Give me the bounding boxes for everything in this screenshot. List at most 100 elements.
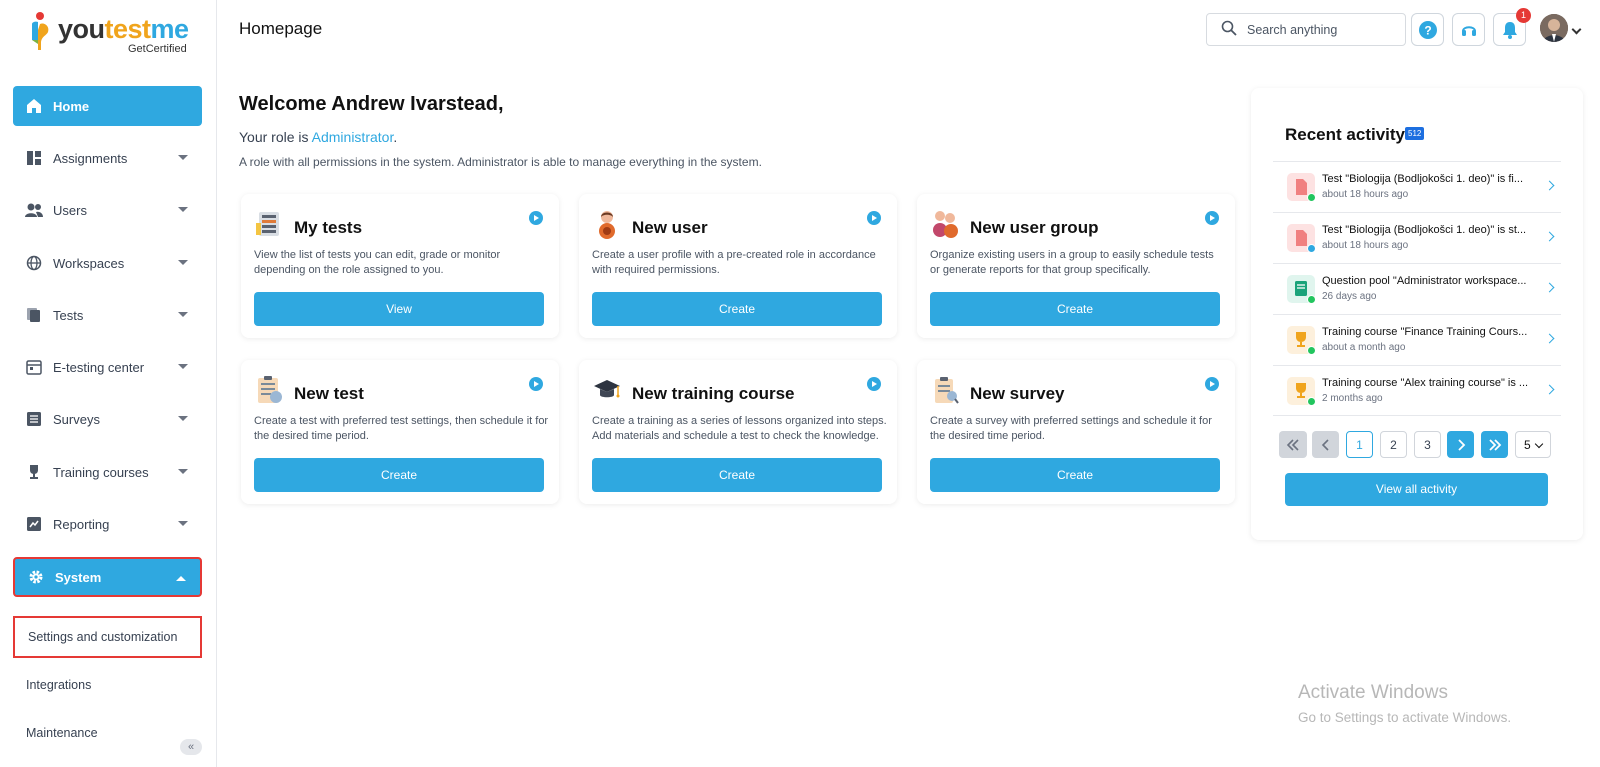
chevron-down-icon <box>178 469 188 474</box>
search-placeholder: Search anything <box>1247 22 1338 37</box>
help-icon: ? <box>1418 20 1437 39</box>
activity-time: about a month ago <box>1322 342 1406 353</box>
prev-page-button[interactable] <box>1312 431 1339 458</box>
sidebar-item-label: Reporting <box>53 516 110 532</box>
play-video-icon[interactable] <box>1205 377 1219 391</box>
sidebar-item-tests[interactable]: Tests <box>13 295 202 335</box>
sidebar-item-system[interactable]: System <box>13 557 202 597</box>
logo-icon <box>32 12 49 50</box>
card-title: My tests <box>294 218 363 237</box>
card-description: Organize existing users in a group to ea… <box>930 249 1214 276</box>
page-button-1[interactable]: 1 <box>1346 431 1373 458</box>
activity-item[interactable]: Test "Biologija (Bodljokošci 1. deo)" is… <box>1273 212 1561 263</box>
logo[interactable]: youtestme GetCertified <box>28 10 198 58</box>
sidebar-item-reporting[interactable]: Reporting <box>13 504 202 544</box>
collapse-sidebar-button[interactable]: « <box>180 739 202 755</box>
create-button[interactable]: Create <box>930 458 1220 492</box>
role-link[interactable]: Administrator <box>312 129 394 145</box>
support-button[interactable] <box>1452 13 1485 46</box>
card-description: View the list of tests you can edit, gra… <box>254 249 501 276</box>
sidebar-item-label: E-testing center <box>53 359 145 375</box>
notification-badge: 1 <box>1516 8 1531 23</box>
activity-time: 2 months ago <box>1322 393 1383 404</box>
sidebar-subitem-settings-and-customization[interactable]: Settings and customization <box>13 616 202 658</box>
help-button[interactable]: ? <box>1411 13 1444 46</box>
welcome-heading: Welcome Andrew Ivarstead, <box>239 93 504 115</box>
activity-item[interactable]: Question pool "Administrator workspace..… <box>1273 263 1561 314</box>
first-page-button[interactable] <box>1279 431 1307 458</box>
activate-windows-subtitle: Go to Settings to activate Windows. <box>1298 710 1512 725</box>
view-button[interactable]: View <box>254 292 544 326</box>
last-page-button[interactable] <box>1481 431 1508 458</box>
notifications-button[interactable]: 1 <box>1493 8 1531 46</box>
search-icon <box>1221 20 1237 39</box>
chevron-right-icon[interactable] <box>1544 231 1555 242</box>
sidebar-subitem-integrations[interactable]: Integrations <box>13 664 202 706</box>
chevron-right-icon[interactable] <box>1544 282 1555 293</box>
svg-text:?: ? <box>1424 23 1431 37</box>
survey-clipboard-icon <box>935 377 959 404</box>
sidebar-subitem-maintenance[interactable]: Maintenance <box>13 712 202 754</box>
create-button[interactable]: Create <box>254 458 544 492</box>
activity-item[interactable]: Training course "Finance Training Cours.… <box>1273 314 1561 365</box>
role-prefix: Your role is <box>239 129 312 145</box>
recent-activity-title: Recent activity <box>1285 125 1405 144</box>
sidebar-item-label: System <box>55 569 102 585</box>
play-video-icon[interactable] <box>867 211 881 225</box>
chevron-right-icon[interactable] <box>1544 333 1555 344</box>
sidebar-item-training-courses[interactable]: Training courses <box>13 452 202 492</box>
chevron-right-icon[interactable] <box>1544 180 1555 191</box>
page-button-2[interactable]: 2 <box>1380 431 1407 458</box>
create-button[interactable]: Create <box>592 458 882 492</box>
users-icon <box>25 201 43 219</box>
activity-text: Training course "Finance Training Cours.… <box>1322 326 1528 338</box>
sidebar-subitem-label: Settings and customization <box>28 630 178 644</box>
activity-time: about 18 hours ago <box>1322 189 1409 200</box>
dashboard-icon <box>25 149 43 167</box>
play-video-icon[interactable] <box>867 377 881 391</box>
card-description: Create a test with preferred test settin… <box>254 415 549 442</box>
test-file-icon <box>1287 224 1316 253</box>
chevron-down-icon <box>1534 439 1544 449</box>
play-video-icon[interactable] <box>529 211 543 225</box>
activity-count-badge: 512 <box>1405 127 1425 140</box>
sidebar-item-assignments[interactable]: Assignments <box>13 138 202 178</box>
sidebar-item-users[interactable]: Users <box>13 190 202 230</box>
page-title: Homepage <box>239 19 323 38</box>
activity-item[interactable]: Test "Biologija (Bodljokošci 1. deo)" is… <box>1273 161 1561 212</box>
chevron-down-icon <box>178 207 188 212</box>
sidebar-item-home[interactable]: Home <box>13 86 202 126</box>
card-title: New training course <box>632 384 795 403</box>
recent-activity-panel: Recent activity 512 Test "Biologija (Bod… <box>1251 88 1583 540</box>
card-new-user-group: New user group Organize existing users i… <box>917 194 1235 338</box>
card-my-tests: My tests View the list of tests you can … <box>241 194 559 338</box>
play-video-icon[interactable] <box>1205 211 1219 225</box>
sidebar-item-label: Tests <box>53 307 84 323</box>
search-input[interactable]: Search anything <box>1206 13 1406 46</box>
create-button[interactable]: Create <box>592 292 882 326</box>
create-button[interactable]: Create <box>930 292 1220 326</box>
headset-icon <box>1461 25 1476 36</box>
next-page-button[interactable] <box>1447 431 1474 458</box>
play-video-icon[interactable] <box>529 377 543 391</box>
user-icon <box>599 211 615 239</box>
page-button-3[interactable]: 3 <box>1414 431 1441 458</box>
view-all-activity-button[interactable]: View all activity <box>1285 473 1548 506</box>
activity-item[interactable]: Training course "Alex training course" i… <box>1273 365 1561 416</box>
training-trophy-icon <box>1287 377 1316 406</box>
globe-icon <box>25 254 43 272</box>
avatar[interactable] <box>1540 14 1568 42</box>
chevron-left-icon <box>1321 438 1329 451</box>
sidebar-item-surveys[interactable]: Surveys <box>13 399 202 439</box>
chevron-right-icon <box>1457 438 1465 451</box>
activity-text: Question pool "Administrator workspace..… <box>1322 275 1527 287</box>
sidebar-item-label: Surveys <box>53 411 100 427</box>
training-trophy-icon <box>1287 326 1316 355</box>
page-size-value: 5 <box>1524 437 1531 452</box>
sidebar-item-workspaces[interactable]: Workspaces <box>13 243 202 283</box>
chevron-down-icon <box>178 155 188 160</box>
sidebar-item-e-testing-center[interactable]: E-testing center <box>13 347 202 387</box>
page-size-select[interactable]: 5 <box>1515 431 1551 458</box>
chevron-down-icon[interactable] <box>1571 24 1582 35</box>
chevron-right-icon[interactable] <box>1544 384 1555 395</box>
